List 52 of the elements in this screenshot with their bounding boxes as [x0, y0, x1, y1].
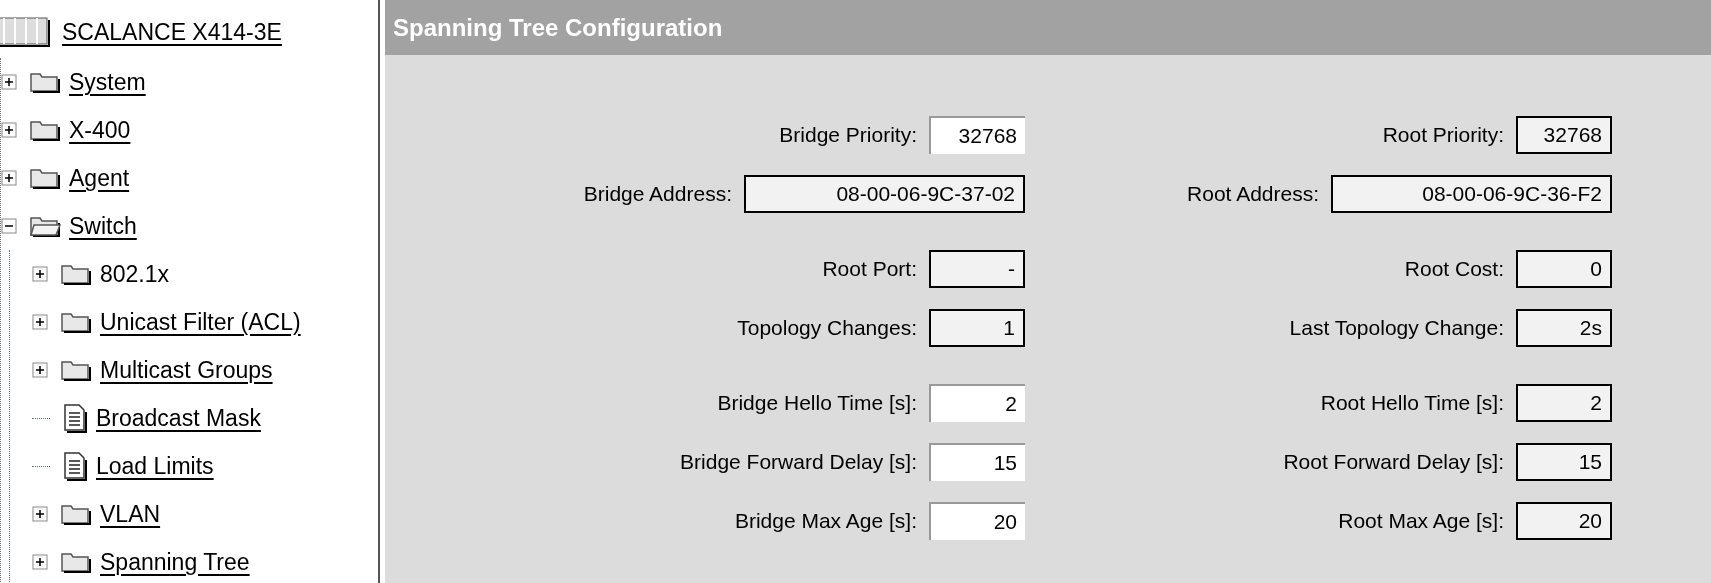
tree-item[interactable]: 802.1x [100, 256, 170, 292]
expand-icon[interactable] [32, 314, 48, 330]
value-field: 2s [1516, 309, 1612, 347]
value-field: 2 [1516, 384, 1612, 422]
tree-item[interactable]: Spanning Tree [100, 544, 250, 580]
value-field: - [929, 250, 1025, 288]
value-field[interactable]: 20 [929, 502, 1025, 540]
document-icon [62, 451, 88, 481]
collapse-icon[interactable] [1, 218, 17, 234]
panel-title: Spanning Tree Configuration [393, 12, 723, 43]
expand-icon[interactable] [1, 122, 17, 138]
value-field: 08-00-06-9C-36-F2 [1331, 175, 1612, 213]
field-label: Topology Changes: [737, 315, 917, 342]
tree-item[interactable]: Multicast Groups [100, 352, 273, 388]
tree-item[interactable]: System [69, 64, 146, 100]
tree-root[interactable]: SCALANCE X414-3E [62, 14, 282, 50]
value-field: 32768 [1516, 116, 1612, 154]
expand-icon[interactable] [1, 74, 17, 90]
expand-icon[interactable] [32, 362, 48, 378]
field-label: Root Priority: [1382, 122, 1504, 149]
tree-item[interactable]: Switch [69, 208, 137, 244]
field-label: Bridge Priority: [779, 122, 917, 149]
expand-icon[interactable] [32, 554, 48, 570]
field-label: Bridge Max Age [s]: [734, 508, 917, 535]
field-label: Root Address: [1187, 181, 1319, 208]
value-field: 15 [1516, 443, 1612, 481]
expand-icon[interactable] [32, 266, 48, 282]
expand-icon[interactable] [32, 506, 48, 522]
field-label: Root Forward Delay [s]: [1283, 449, 1504, 476]
value-field[interactable]: 2 [929, 384, 1025, 422]
tree-item[interactable]: Agent [69, 160, 130, 196]
field-label: Bridge Forward Delay [s]: [680, 449, 917, 476]
tree-item[interactable]: X-400 [69, 112, 131, 148]
field-label: Root Cost: [1404, 256, 1504, 283]
field-label: Root Port: [822, 256, 917, 283]
field-label: Bridge Address: [583, 181, 732, 208]
field-label: Root Hello Time [s]: [1320, 390, 1504, 417]
tree-item[interactable]: Broadcast Mask [96, 400, 261, 436]
expand-icon[interactable] [1, 170, 17, 186]
field-label: Last Topology Change: [1289, 315, 1504, 342]
field-label: Root Max Age [s]: [1338, 508, 1504, 535]
value-field[interactable]: 15 [929, 443, 1025, 481]
tree-item[interactable]: Unicast Filter (ACL) [100, 304, 301, 340]
value-field[interactable]: 32768 [929, 116, 1025, 154]
value-field: 0 [1516, 250, 1612, 288]
value-field: 1 [929, 309, 1025, 347]
value-field: 20 [1516, 502, 1612, 540]
field-label: Bridge Hello Time [s]: [717, 390, 917, 417]
tree-item[interactable]: Load Limits [96, 448, 214, 484]
document-icon [62, 403, 88, 433]
value-field: 08-00-06-9C-37-02 [744, 175, 1025, 213]
tree-item[interactable]: VLAN [100, 496, 161, 532]
